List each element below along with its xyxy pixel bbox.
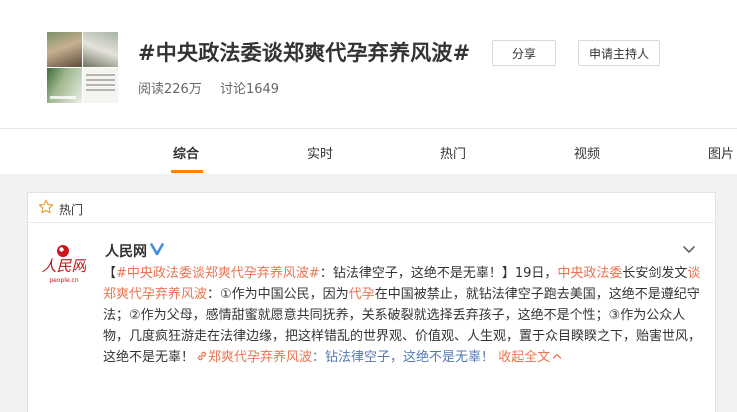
cover-tile (83, 32, 118, 67)
text-headline: ：钻法律空子，这绝不是无辜！】19日， (319, 266, 558, 281)
hot-section-label: 热门 (59, 203, 84, 217)
tab-hot[interactable]: 热门 (440, 143, 466, 162)
topic-title: #中央政法委谈郑爽代孕弃养风波# (138, 41, 471, 65)
cover-tile (47, 32, 82, 67)
topic-cover-image (47, 32, 118, 103)
tab-video[interactable]: 视频 (574, 143, 600, 162)
author-name[interactable]: 人民网 (105, 241, 147, 261)
avatar-logo-url: people.cn (49, 277, 79, 284)
active-tab-indicator (171, 170, 203, 173)
cover-tile (83, 68, 118, 103)
avatar-logo-text: 人民网 (42, 257, 86, 275)
tab-images[interactable]: 图片 (708, 143, 734, 162)
link-topic[interactable]: 郑爽代孕弃养风波 (208, 350, 312, 365)
chevron-up-icon[interactable] (552, 351, 562, 361)
apply-host-button[interactable]: 申请主持人 (578, 40, 660, 66)
feed-card: 热门 人民网 people.cn 人民网 【#中央政法委谈郑爽代孕弃养风波#：钻… (27, 192, 716, 412)
tab-bar: 综合 实时 热门 视频 图片 (0, 128, 737, 174)
keyword-link[interactable]: 代孕 (349, 287, 375, 302)
chevron-down-icon[interactable] (681, 241, 697, 257)
share-button[interactable]: 分享 (492, 40, 556, 66)
avatar[interactable]: 人民网 people.cn (42, 241, 86, 285)
tab-realtime[interactable]: 实时 (307, 143, 333, 162)
topic-tag-link[interactable]: #中央政法委谈郑爽代孕弃养风波# (116, 266, 320, 281)
tab-comprehensive[interactable]: 综合 (173, 143, 199, 162)
org-link[interactable]: 中央政法委 (557, 266, 622, 281)
post-text: 【#中央政法委谈郑爽代孕弃养风波#：钻法律空子，这绝不是无辜！】19日，中央政法… (103, 263, 701, 368)
discussion-count: 讨论1649 (219, 82, 280, 97)
topic-stats: 阅读226万 讨论1649 (138, 78, 279, 97)
verified-icon (150, 243, 164, 256)
link-icon (198, 351, 207, 361)
text-segment: 长安剑发文 (622, 266, 688, 281)
text-segment: ：①作为中国公民，因为 (207, 287, 349, 302)
link-text[interactable]: ：钻法律空子，这绝不是无辜！ (312, 350, 494, 365)
hot-section-header: 热门 (28, 193, 715, 223)
cover-tile (47, 68, 82, 103)
topic-header: #中央政法委谈郑爽代孕弃养风波# 分享 申请主持人 阅读226万 讨论1649 … (0, 0, 737, 174)
read-count: 阅读226万 (138, 82, 202, 97)
text-open-bracket: 【 (103, 266, 117, 281)
star-icon (38, 199, 54, 214)
collapse-button[interactable]: 收起全文 (498, 350, 550, 365)
